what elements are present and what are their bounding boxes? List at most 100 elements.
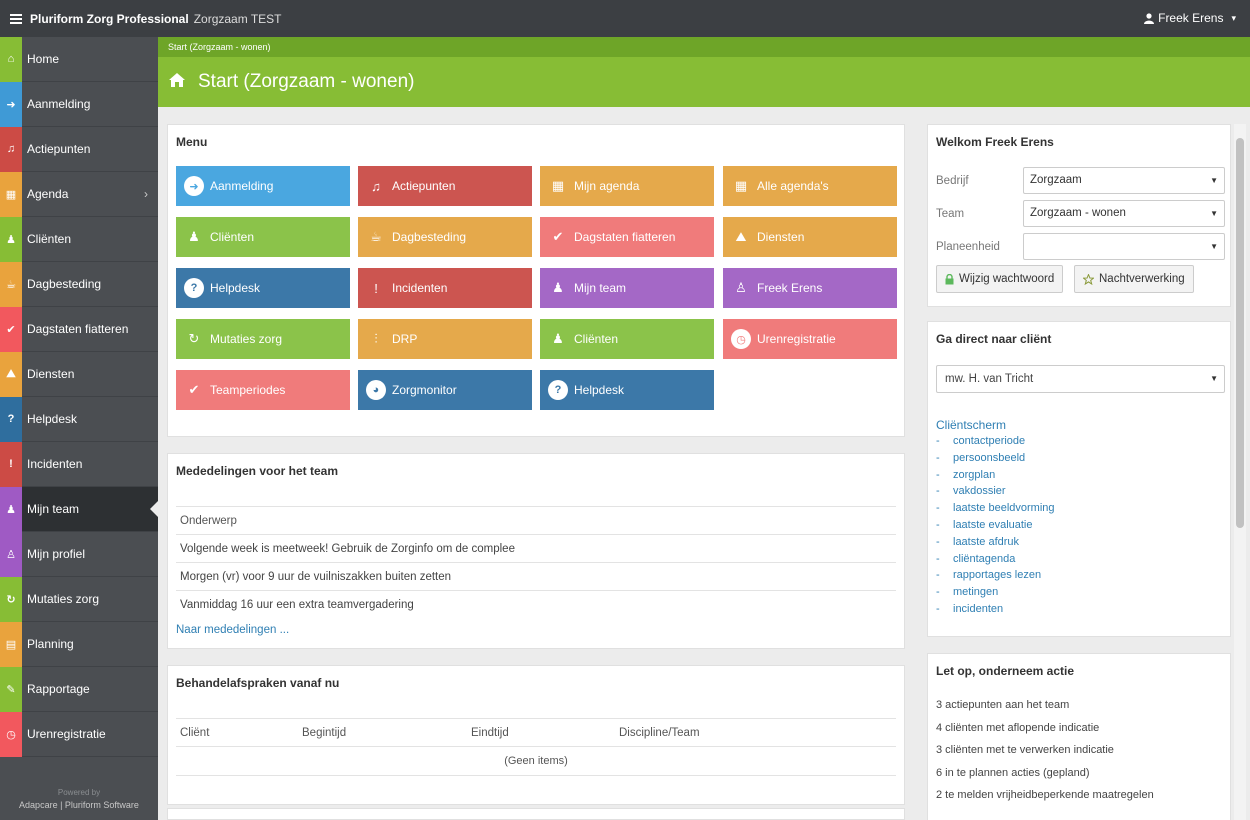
menu-tile[interactable]: ↻ Mutaties zorg <box>176 319 350 359</box>
sidebar-item[interactable]: ➜ Aanmelding <box>0 81 158 127</box>
list-dash: - <box>936 535 940 548</box>
client-link-label: cliëntagenda <box>953 552 1016 565</box>
sidebar-item[interactable]: ✔ Dagstaten fiatteren <box>0 306 158 352</box>
menu-tile[interactable]: ? Helpdesk <box>540 370 714 410</box>
client-link[interactable]: - rapportages lezen <box>936 569 1055 586</box>
planning-unit-label: Planeenheid <box>936 241 1000 253</box>
menu-tile-label: Diensten <box>757 230 805 244</box>
menu-tile[interactable]: ♟ Cliënten <box>176 217 350 257</box>
client-link[interactable]: - laatste evaluatie <box>936 519 1055 536</box>
sidebar-item[interactable]: ⌂ Home <box>0 36 158 82</box>
client-link[interactable]: - cliëntagenda <box>936 553 1055 570</box>
news-row[interactable]: Vanmiddag 16 uur een extra teamvergaderi… <box>176 590 896 618</box>
page-scrollbar[interactable] <box>1234 124 1246 820</box>
menu-tile[interactable]: ♙ Freek Erens <box>723 268 897 308</box>
chevron-right-icon: › <box>144 187 148 201</box>
menu-panel: Menu ➜ Aanmelding ♫ Actiepunten ▦ Mijn agenda… <box>167 124 905 437</box>
client-links: - contactperiode - persoonsbeeld - zorgplan - v… <box>936 435 1055 620</box>
planning-unit-field: Planeenheid ▼ <box>936 233 1225 261</box>
sidebar-item[interactable]: ↻ Mutaties zorg <box>0 576 158 622</box>
team-select[interactable]: Zorgzaam - wonen ▼ <box>1023 200 1225 227</box>
news-column-header[interactable]: Onderwerp <box>176 506 896 534</box>
top-bar: Pluriform Zorg Professional Zorgzaam TES… <box>0 0 1250 37</box>
menu-tile[interactable]: ⛰ Diensten <box>723 217 897 257</box>
sidebar-item[interactable]: ♟ Cliënten <box>0 216 158 262</box>
client-link[interactable]: - incidenten <box>936 603 1055 620</box>
menu-tile[interactable]: ♟ Cliënten <box>540 319 714 359</box>
news-row[interactable]: Volgende week is meetweek! Gebruik de Zo… <box>176 534 896 562</box>
menu-tile[interactable]: ⫶ DRP <box>358 319 532 359</box>
sidebar-item[interactable]: ▤ Planning <box>0 621 158 667</box>
menu-tile[interactable]: ◕ Zorgmonitor <box>358 370 532 410</box>
menu-tile-label: Incidenten <box>392 281 448 295</box>
warning-icon: ! <box>374 280 378 296</box>
scrollbar-thumb[interactable] <box>1236 138 1244 528</box>
client-panel-title: Ga direct naar cliënt <box>936 332 1052 346</box>
question-icon: ? <box>548 380 568 400</box>
action-item[interactable]: 6 in te plannen acties (gepland) <box>936 767 1154 790</box>
menu-tile[interactable]: ♫ Actiepunten <box>358 166 532 206</box>
client-link-label: zorgplan <box>953 468 996 481</box>
action-item[interactable]: 2 te melden vrijheidbeperkende maatregel… <box>936 789 1154 812</box>
client-link[interactable]: - laatste afdruk <box>936 536 1055 553</box>
menu-toggle-icon[interactable] <box>10 13 22 24</box>
refresh-icon: ↻ <box>188 331 200 346</box>
caret-down-icon: ▼ <box>1210 242 1218 251</box>
news-link[interactable]: Naar mededelingen ... <box>176 624 289 636</box>
planning-unit-select[interactable]: ▼ <box>1023 233 1225 260</box>
column-start-time[interactable]: Begintijd <box>302 727 346 739</box>
client-link[interactable]: - contactperiode <box>936 435 1055 452</box>
user-menu[interactable]: Freek Erens ▾ <box>1144 11 1236 25</box>
menu-tile-label: Mijn team <box>574 281 627 295</box>
sidebar-item[interactable]: ⛰ Diensten <box>0 351 158 397</box>
client-link[interactable]: - metingen <box>936 586 1055 603</box>
question-icon: ? <box>0 396 22 442</box>
night-processing-button[interactable]: Nachtverwerking <box>1074 265 1194 293</box>
menu-tile-label: Aanmelding <box>210 179 274 193</box>
client-link[interactable]: - laatste beeldvorming <box>936 502 1055 519</box>
sidebar-item[interactable]: ◷ Urenregistratie <box>0 711 158 757</box>
sidebar-item[interactable]: ☕ Dagbesteding <box>0 261 158 307</box>
sidebar-item[interactable]: ! Incidenten <box>0 441 158 487</box>
client-link[interactable]: - vakdossier <box>936 485 1055 502</box>
menu-tile[interactable]: ▦ Alle agenda's <box>723 166 897 206</box>
coffee-icon: ☕ <box>370 229 382 244</box>
column-discipline[interactable]: Discipline/Team <box>619 727 700 739</box>
breadcrumb-item[interactable]: Start (Zorgzaam - wonen) <box>168 42 271 52</box>
sidebar-item[interactable]: ✎ Rapportage <box>0 666 158 712</box>
sidebar-item[interactable]: ♟ Mijn team <box>0 486 158 532</box>
menu-tile[interactable]: ✔ Teamperiodes <box>176 370 350 410</box>
client-select[interactable]: mw. H. van Tricht ▼ <box>936 365 1225 393</box>
action-panel: Let op, onderneem actie 3 actiepunten aa… <box>927 653 1231 820</box>
menu-tile[interactable]: ♟ Mijn team <box>540 268 714 308</box>
action-item[interactable]: 4 cliënten met aflopende indicatie <box>936 722 1154 745</box>
company-select[interactable]: Zorgzaam ▼ <box>1023 167 1225 194</box>
sidebar-item-label: Mutaties zorg <box>27 592 100 606</box>
client-screen-link[interactable]: Cliëntscherm <box>936 418 1006 432</box>
user-icon <box>1144 12 1155 24</box>
client-link[interactable]: - persoonsbeeld <box>936 452 1055 469</box>
column-client[interactable]: Cliënt <box>180 727 209 739</box>
menu-tile[interactable]: ☕ Dagbesteding <box>358 217 532 257</box>
menu-tile[interactable]: ✔ Dagstaten fiatteren <box>540 217 714 257</box>
sidebar-item[interactable]: ? Helpdesk <box>0 396 158 442</box>
action-item[interactable]: 3 actiepunten aan het team <box>936 699 1154 722</box>
action-item[interactable]: 3 cliënten met te verwerken indicatie <box>936 744 1154 767</box>
sidebar-item[interactable]: ▦ Agenda › <box>0 171 158 217</box>
menu-tile[interactable]: ? Helpdesk <box>176 268 350 308</box>
menu-tile[interactable]: ➜ Aanmelding <box>176 166 350 206</box>
column-end-time[interactable]: Eindtijd <box>471 727 509 739</box>
news-row[interactable]: Morgen (vr) voor 9 uur de vuilniszakken … <box>176 562 896 590</box>
menu-tile[interactable]: ! Incidenten <box>358 268 532 308</box>
sidebar-item-label: Rapportage <box>27 682 90 696</box>
client-link-label: laatste evaluatie <box>953 518 1033 531</box>
menu-title: Menu <box>176 135 208 149</box>
menu-tile[interactable]: ▦ Mijn agenda <box>540 166 714 206</box>
menu-tile[interactable]: ◷ Urenregistratie <box>723 319 897 359</box>
sidebar-item[interactable]: ♙ Mijn profiel <box>0 531 158 577</box>
client-link[interactable]: - zorgplan <box>936 469 1055 486</box>
sliders-icon: ⫶ <box>374 331 378 346</box>
sidebar-item[interactable]: ♫ Actiepunten <box>0 126 158 172</box>
change-password-button[interactable]: Wijzig wachtwoord <box>936 265 1064 293</box>
caret-down-icon: ▼ <box>1210 209 1218 218</box>
